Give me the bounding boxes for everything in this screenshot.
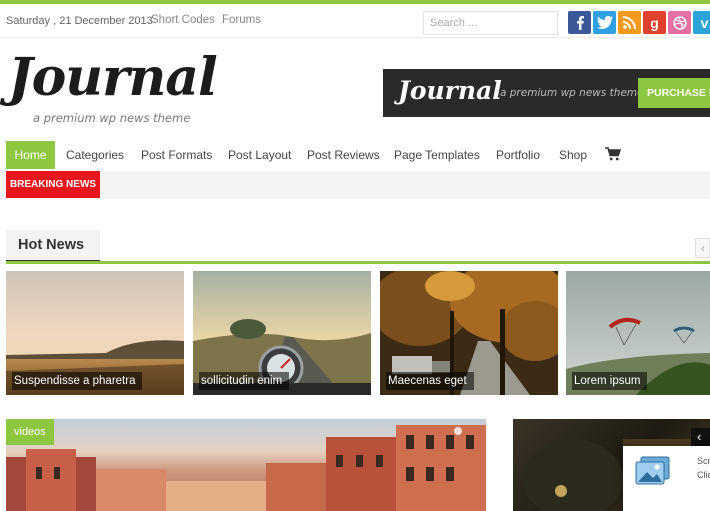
- forums-link[interactable]: Forums: [222, 14, 261, 26]
- nav-item-home[interactable]: Home: [6, 141, 55, 169]
- nav-item-categories[interactable]: Categories: [66, 141, 124, 169]
- section-divider: [6, 261, 710, 264]
- hot-news-item-2[interactable]: sollicitudin enim: [193, 271, 371, 395]
- image-gallery-icon: [635, 456, 671, 491]
- google-plus-icon[interactable]: g: [643, 11, 666, 34]
- videos-tag[interactable]: videos: [6, 419, 54, 445]
- popup-text-line-1: Scr: [697, 456, 710, 466]
- site-tagline: a premium wp news theme: [33, 111, 191, 125]
- short-codes-link[interactable]: Short Codes: [151, 14, 215, 26]
- banner-subtitle: a premium wp news theme: [500, 87, 644, 99]
- nav-item-shop[interactable]: Shop: [559, 141, 587, 169]
- nav-item-portfolio[interactable]: Portfolio: [496, 141, 540, 169]
- main-nav: Home Categories Post Formats Post Layout…: [0, 141, 710, 169]
- ad-banner[interactable]: Journal a premium wp news theme PURCHASE…: [383, 69, 710, 117]
- hot-news-caption[interactable]: sollicitudin enim: [199, 372, 290, 390]
- hot-news-item-1[interactable]: Suspendisse a pharetra: [6, 271, 184, 395]
- shopping-cart-icon[interactable]: [605, 147, 622, 161]
- video-feature[interactable]: videos: [6, 419, 486, 511]
- hot-news-title: Hot News: [18, 237, 85, 253]
- dribbble-icon[interactable]: [668, 11, 691, 34]
- search-input[interactable]: [423, 11, 558, 35]
- hot-news-caption[interactable]: Suspendisse a pharetra: [12, 372, 143, 390]
- nav-item-post-formats[interactable]: Post Formats: [141, 141, 212, 169]
- rss-icon[interactable]: [618, 11, 641, 34]
- popup-text: Scr Clic: [697, 454, 710, 482]
- top-bar: Saturday , 21 December 2013 Short Codes …: [0, 4, 710, 38]
- twitter-icon[interactable]: [593, 11, 616, 34]
- facebook-icon[interactable]: [568, 11, 591, 34]
- hot-news-header: Hot News: [6, 230, 100, 262]
- nav-item-post-layout[interactable]: Post Layout: [228, 141, 291, 169]
- breaking-news-bar: BREAKING NEWS: [0, 171, 710, 199]
- site-logo[interactable]: Journal: [8, 52, 218, 104]
- city-canal-image: [6, 425, 486, 511]
- hot-news-item-4[interactable]: Lorem ipsum: [566, 271, 710, 395]
- slider-prev-arrow[interactable]: ‹: [691, 428, 710, 448]
- popup-text-line-2: Clic: [697, 470, 710, 480]
- nav-item-post-reviews[interactable]: Post Reviews: [307, 141, 380, 169]
- current-date: Saturday , 21 December 2013: [6, 15, 153, 27]
- vimeo-icon[interactable]: v: [693, 11, 710, 34]
- hot-news-caption[interactable]: Maecenas eget: [386, 372, 474, 390]
- breaking-news-label: BREAKING NEWS: [6, 171, 100, 198]
- purchase-button[interactable]: PURCHASE N: [638, 78, 710, 108]
- slider-prev-arrow[interactable]: ‹: [695, 238, 710, 258]
- nav-item-page-templates[interactable]: Page Templates: [394, 141, 480, 169]
- hot-news-item-3[interactable]: Maecenas eget: [380, 271, 558, 395]
- hot-news-caption[interactable]: Lorem ipsum: [572, 372, 648, 390]
- screenshot-popup[interactable]: Scr Clic: [623, 446, 710, 511]
- banner-logo: Journal: [398, 76, 502, 105]
